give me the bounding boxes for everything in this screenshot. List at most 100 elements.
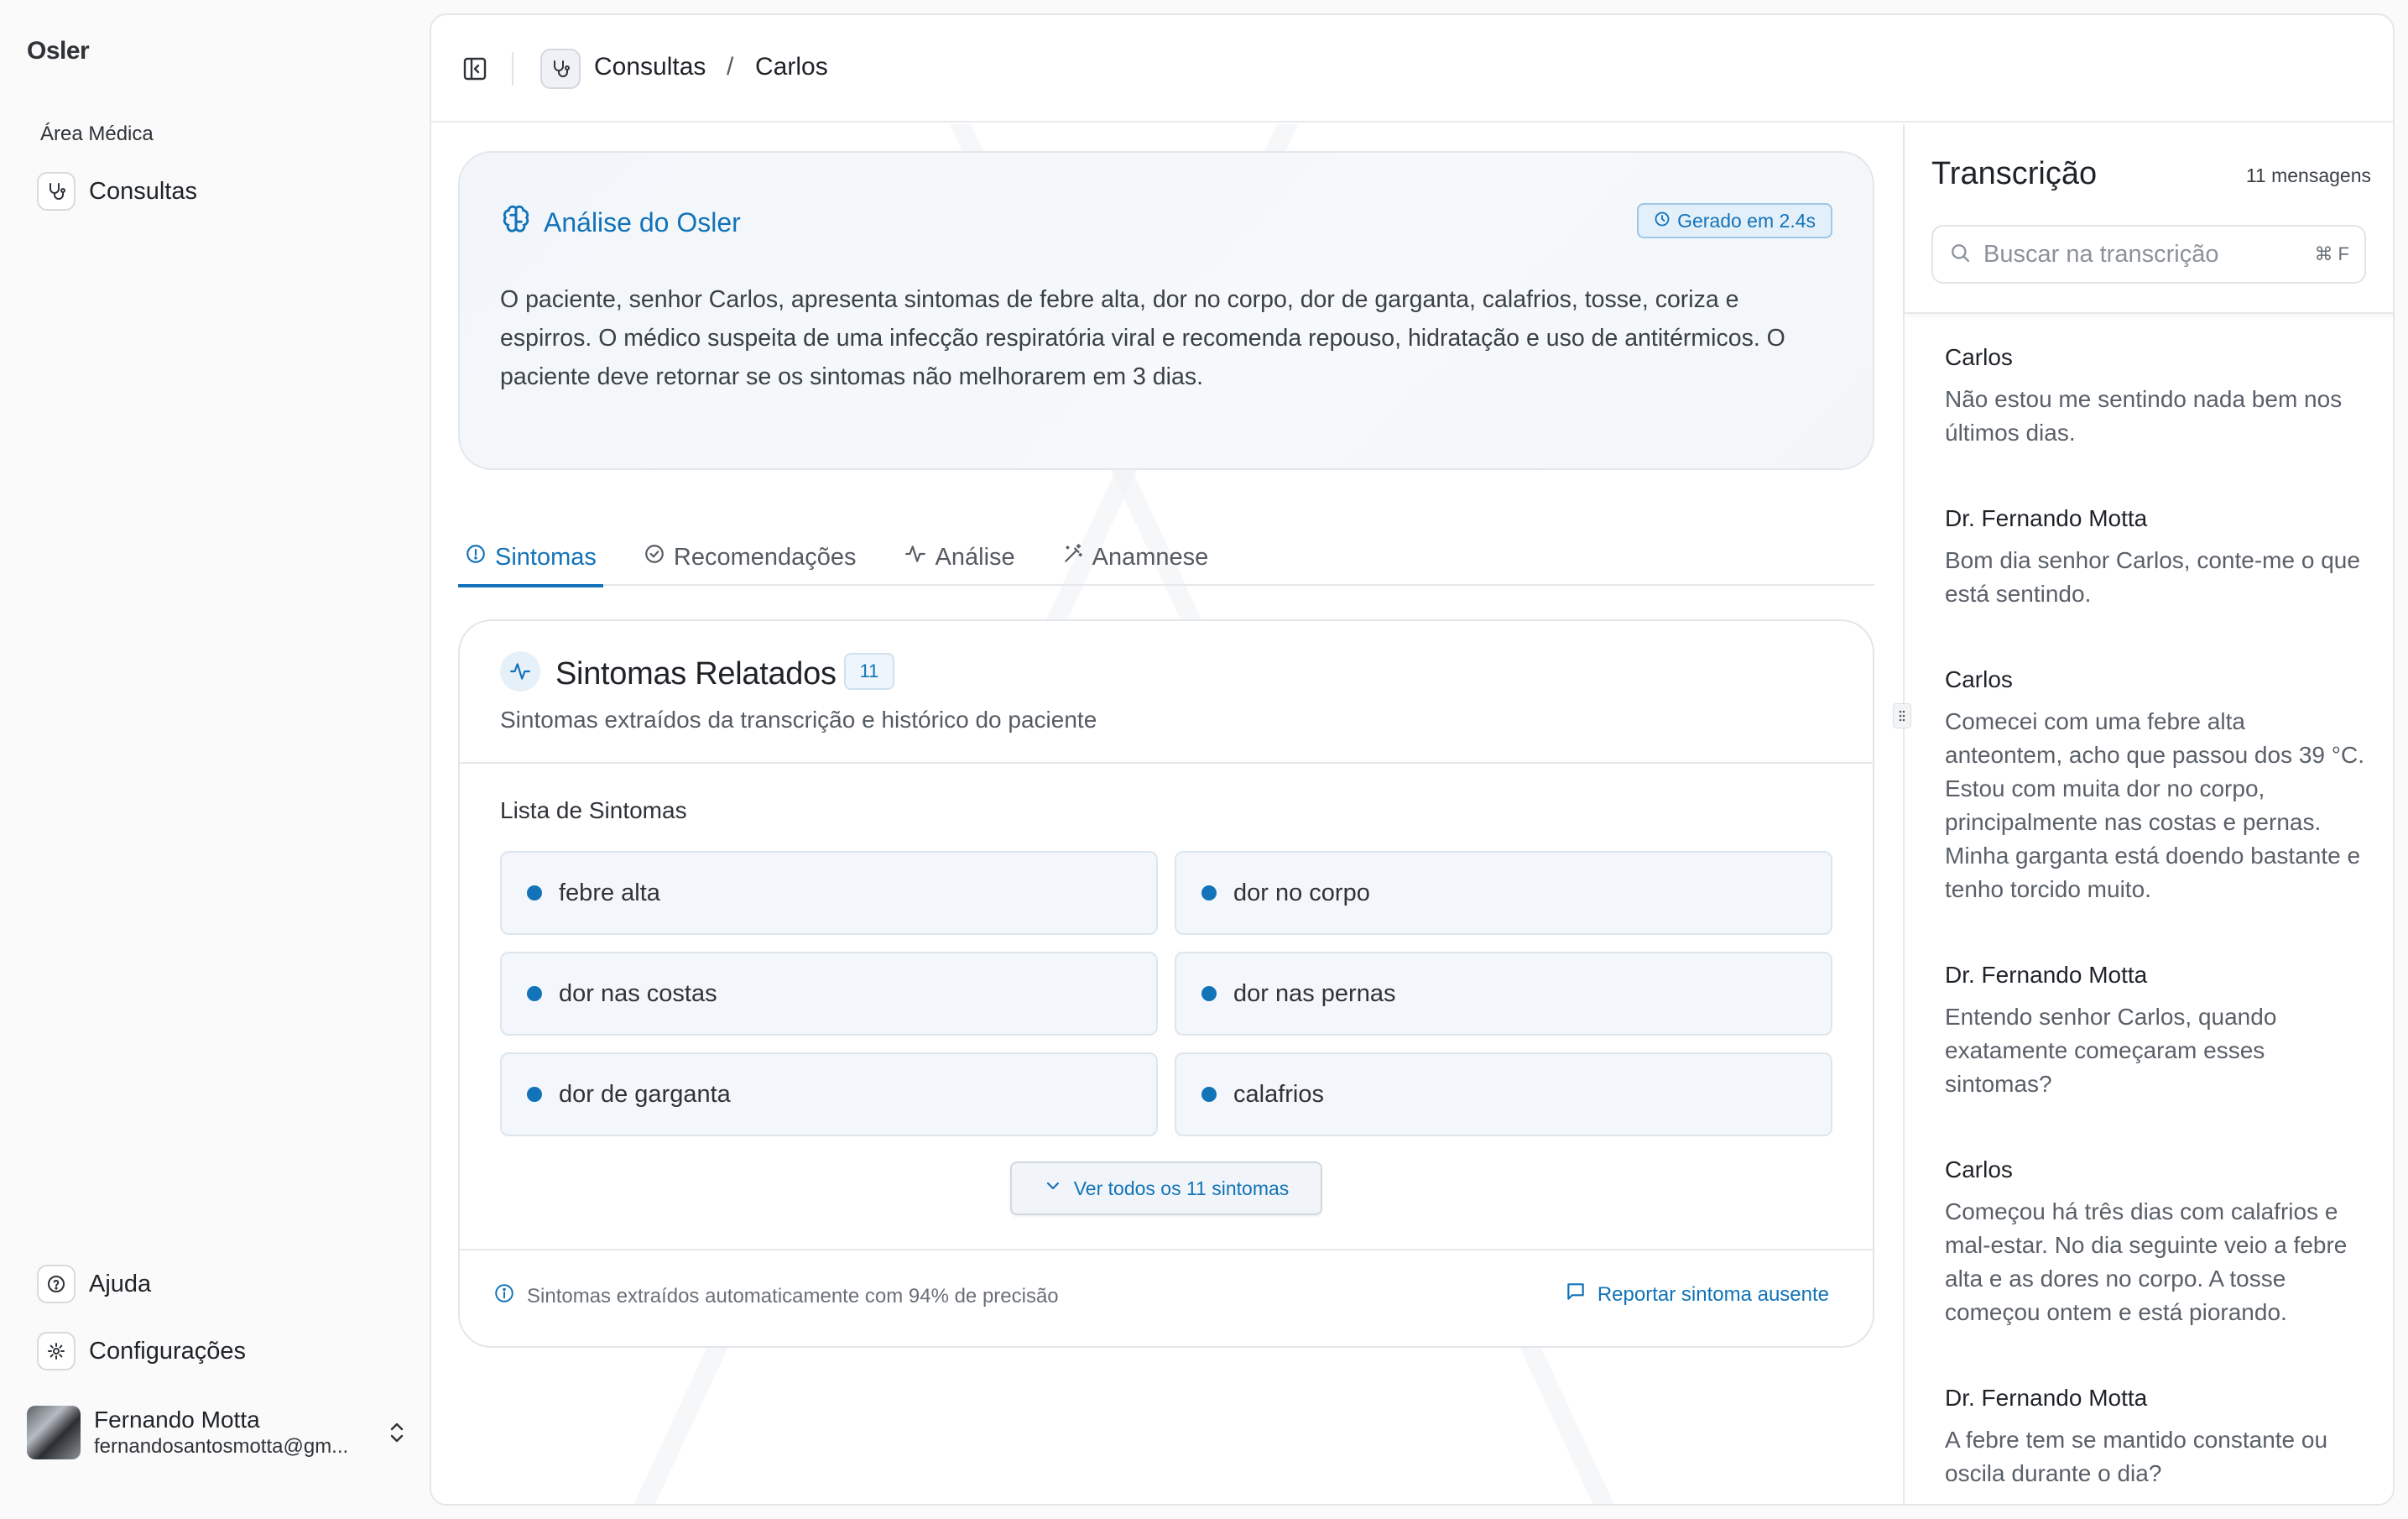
symptom-item: dor nas pernas <box>1175 952 1832 1036</box>
symptom-item: febre alta <box>500 851 1158 935</box>
check-circle-icon <box>644 543 665 572</box>
transcript-search[interactable]: ⌘ F <box>1931 225 2366 284</box>
symptoms-card-footer: Sintomas extraídos automaticamente com 9… <box>460 1249 1873 1346</box>
sidebar-item-label: Ajuda <box>89 1270 152 1297</box>
tab-label: Análise <box>935 543 1015 571</box>
breadcrumb-carlos: Carlos <box>755 53 828 81</box>
section-label-area-medica: Área Médica <box>40 123 154 145</box>
tab-anamnese[interactable]: Anamnese <box>1055 529 1216 586</box>
analysis-summary: O paciente, senhor Carlos, apresenta sin… <box>500 286 1785 390</box>
chevrons-up-down-icon[interactable] <box>384 1416 409 1449</box>
symptom-item: calafrios <box>1175 1052 1832 1136</box>
sidebar-item-ajuda[interactable]: Ajuda <box>37 1262 151 1306</box>
symptom-item: dor nas costas <box>500 952 1158 1036</box>
analysis-title-text: Análise do Osler <box>544 206 741 238</box>
symptoms-card: Sintomas Relatados 11 Sintomas extraídos… <box>458 619 1874 1348</box>
bullet-dot <box>1201 885 1217 900</box>
brain-icon <box>500 203 532 242</box>
symptom-label: dor de garganta <box>559 1080 731 1108</box>
osler-logo[interactable]: Osler <box>27 37 90 65</box>
activity-icon <box>500 651 540 692</box>
symptom-label: febre alta <box>559 879 660 906</box>
search-input[interactable] <box>1983 240 2286 269</box>
tab-recomendacoes[interactable]: Recomendações <box>637 529 863 586</box>
bullet-dot <box>1201 986 1217 1001</box>
sidebar-item-label: Consultas <box>89 177 197 205</box>
analysis-title: Análise do Osler <box>500 203 741 242</box>
transcript-header: Transcrição 11 mensagens ⌘ F <box>1905 124 2393 314</box>
main-panel: Consultas / Carlos Análise do Osler Gera… <box>430 13 2395 1506</box>
info-icon <box>493 1282 515 1310</box>
message-text: Comecei com uma febre alta anteontem, ac… <box>1945 708 2364 902</box>
search-shortcut: ⌘ F <box>2314 243 2349 264</box>
alert-circle-icon <box>465 543 487 572</box>
magic-wand-icon <box>1062 543 1084 572</box>
see-all-symptoms-button[interactable]: Ver todos os 11 sintomas <box>1010 1161 1322 1215</box>
tab-label: Recomendações <box>673 543 857 571</box>
symptoms-title: Sintomas Relatados <box>555 656 837 692</box>
message-square-icon <box>1564 1281 1587 1308</box>
symptom-item: dor de garganta <box>500 1052 1158 1136</box>
stethoscope-icon <box>37 172 76 211</box>
report-link-label: Reportar sintoma ausente <box>1597 1282 1829 1306</box>
message-speaker: Dr. Fernando Motta <box>1945 1385 2148 1411</box>
sidebar-item-label: Configurações <box>89 1337 246 1365</box>
help-circle-icon <box>37 1265 76 1303</box>
generated-time-text: Gerado em 2.4s <box>1677 209 1816 232</box>
bullet-dot <box>527 986 542 1001</box>
symptom-label: calafrios <box>1233 1080 1324 1108</box>
message-count: 11 mensagens <box>2245 164 2371 186</box>
bullet-dot <box>527 885 542 900</box>
consultation-content: Análise do Osler Gerado em 2.4s O pacien… <box>431 124 1901 1504</box>
bullet-dot <box>1201 1087 1217 1102</box>
panel-resize-handle[interactable] <box>1893 703 1911 728</box>
transcript-message: Carlos Comecei com uma febre alta anteon… <box>1945 666 2364 906</box>
sidebar-item-configuracoes[interactable]: Configurações <box>37 1329 246 1373</box>
stethoscope-icon <box>540 49 581 89</box>
symptom-label: dor nas costas <box>559 979 717 1007</box>
bullet-dot <box>527 1087 542 1102</box>
tab-label: Anamnese <box>1092 543 1209 571</box>
user-email: fernandosantosmotta@gm... <box>94 1435 349 1458</box>
message-speaker: Carlos <box>1945 1156 2013 1182</box>
message-speaker: Dr. Fernando Motta <box>1945 962 2148 988</box>
symptom-label: dor nas pernas <box>1233 979 1396 1007</box>
symptom-label: dor no corpo <box>1233 879 1370 906</box>
tab-label: Sintomas <box>495 543 597 571</box>
breadcrumb-consultas[interactable]: Consultas <box>594 53 706 81</box>
generated-time-badge: Gerado em 2.4s <box>1637 203 1832 238</box>
sidebar: Osler Área Médica Consultas Ajuda Config… <box>0 0 430 1519</box>
message-text: Não estou me sentindo nada bem nos últim… <box>1945 386 2343 446</box>
chevron-down-icon <box>1044 1177 1062 1200</box>
user-menu[interactable]: Fernando Motta fernandosantosmotta@gm... <box>27 1403 409 1462</box>
activity-icon <box>904 543 927 572</box>
avatar <box>27 1406 81 1459</box>
transcript-messages[interactable]: Carlos Não estou me sentindo nada bem no… <box>1905 316 2393 1504</box>
clock-icon <box>1654 210 1670 232</box>
symptoms-card-header: Sintomas Relatados 11 Sintomas extraídos… <box>460 621 1873 764</box>
message-speaker: Carlos <box>1945 344 2013 370</box>
topbar: Consultas / Carlos <box>431 15 2393 123</box>
accuracy-note-text: Sintomas extraídos automaticamente com 9… <box>527 1284 1059 1308</box>
transcript-message: Dr. Fernando Motta A febre tem se mantid… <box>1945 1385 2364 1490</box>
sidebar-item-consultas[interactable]: Consultas <box>37 170 197 213</box>
message-speaker: Dr. Fernando Motta <box>1945 505 2148 531</box>
accuracy-note: Sintomas extraídos automaticamente com 9… <box>493 1282 1059 1310</box>
tabs: Sintomas Recomendações Análise Anamnese <box>458 529 1874 587</box>
symptoms-subtitle: Sintomas extraídos da transcrição e hist… <box>500 707 1097 733</box>
tab-analise[interactable]: Análise <box>897 529 1022 586</box>
message-text: Começou há três dias com calafrios e mal… <box>1945 1198 2348 1325</box>
message-text: A febre tem se mantido constante ou osci… <box>1945 1427 2328 1486</box>
report-missing-symptom-link[interactable]: Reportar sintoma ausente <box>1564 1281 1829 1308</box>
transcript-message: Carlos Começou há três dias com calafrio… <box>1945 1156 2364 1329</box>
sidebar-toggle-icon[interactable] <box>461 55 488 82</box>
user-name: Fernando Motta <box>94 1407 260 1433</box>
topbar-divider <box>512 52 513 86</box>
search-icon <box>1948 241 1972 269</box>
transcript-title: Transcrição <box>1931 156 2098 191</box>
transcript-message: Dr. Fernando Motta Bom dia senhor Carlos… <box>1945 505 2364 611</box>
tab-sintomas[interactable]: Sintomas <box>458 529 603 587</box>
symptoms-list-label: Lista de Sintomas <box>500 797 687 823</box>
analysis-card: Análise do Osler Gerado em 2.4s O pacien… <box>458 151 1874 470</box>
gear-icon <box>37 1332 76 1370</box>
